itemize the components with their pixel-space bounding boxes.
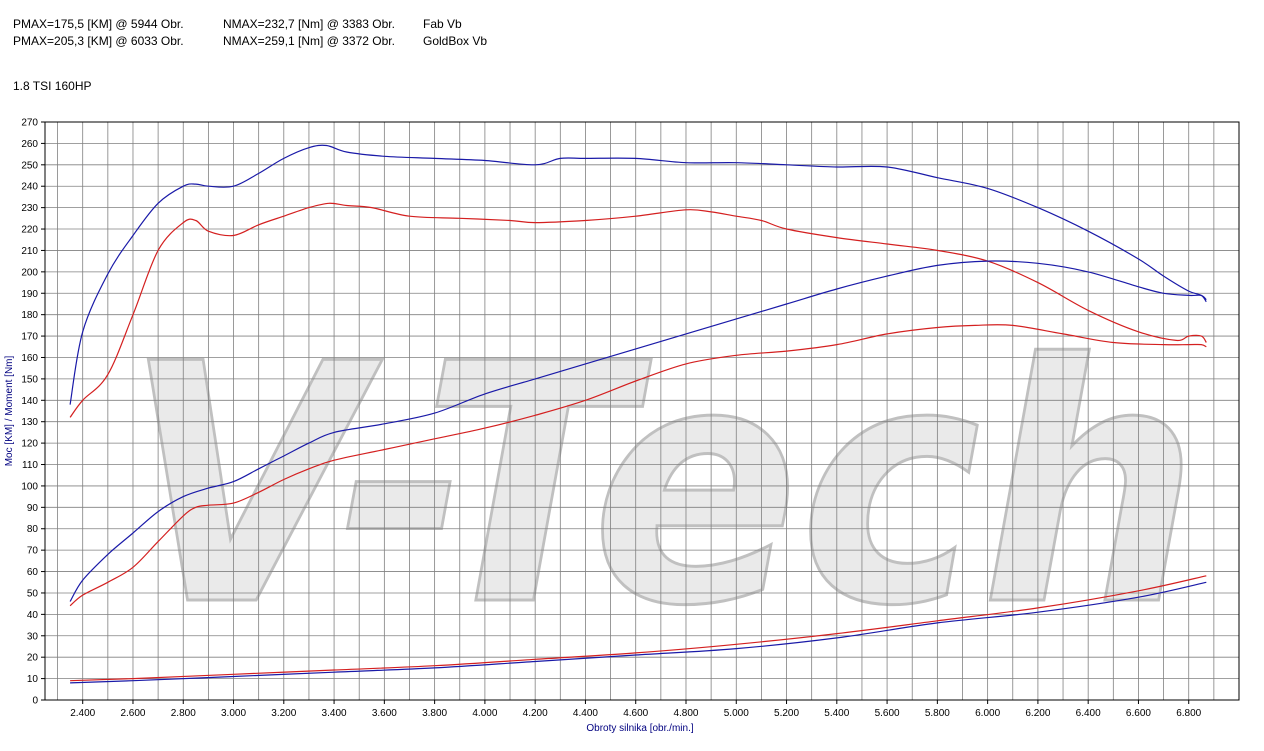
y-tick-label: 100: [21, 481, 38, 492]
y-tick-label: 10: [27, 674, 39, 685]
y-tick-label: 270: [21, 118, 38, 129]
x-tick-label: 3.400: [322, 708, 347, 719]
y-tick-label: 30: [27, 631, 39, 642]
y-axis-ticks: 0 10 20 30 40 50 60 70 80 90 100 110 120 130 140 150 160…: [21, 118, 45, 707]
x-tick-label: 6.600: [1126, 708, 1151, 719]
y-tick-label: 260: [21, 139, 38, 150]
x-tick-label: 5.000: [724, 708, 749, 719]
x-tick-label: 4.800: [673, 708, 698, 719]
x-tick-label: 5.200: [774, 708, 799, 719]
x-tick-label: 4.000: [472, 708, 497, 719]
y-tick-label: 240: [21, 182, 38, 193]
y-tick-label: 190: [21, 289, 38, 300]
y-tick-label: 50: [27, 588, 39, 599]
x-tick-label: 4.400: [573, 708, 598, 719]
x-tick-label: 6.000: [975, 708, 1000, 719]
y-tick-label: 210: [21, 246, 38, 257]
x-tick-label: 6.400: [1076, 708, 1101, 719]
x-tick-label: 3.200: [271, 708, 296, 719]
x-axis-title: Obroty silnika [obr./min.]: [586, 723, 693, 734]
y-tick-label: 130: [21, 417, 38, 428]
y-tick-label: 230: [21, 203, 38, 214]
y-tick-label: 250: [21, 160, 38, 171]
y-tick-label: 170: [21, 332, 38, 343]
y-tick-label: 160: [21, 353, 38, 364]
y-tick-label: 0: [32, 696, 38, 707]
y-tick-label: 90: [27, 503, 39, 514]
x-tick-label: 5.400: [824, 708, 849, 719]
y-tick-label: 200: [21, 267, 38, 278]
dyno-plot: V-Tech 010203040506070809010011012013014…: [4, 118, 1240, 734]
y-tick-label: 40: [27, 610, 39, 621]
y-tick-label: 80: [27, 524, 39, 535]
y-axis-title: Moc [KM] / Moment [Nm]: [4, 355, 15, 466]
dyno-chart-window: PMAX=175,5 [KM] @ 5944 Obr. NMAX=232,7 […: [0, 0, 1264, 751]
x-tick-label: 3.800: [422, 708, 447, 719]
x-tick-label: 5.800: [925, 708, 950, 719]
y-tick-label: 120: [21, 439, 38, 450]
y-tick-label: 20: [27, 653, 39, 664]
y-tick-label: 220: [21, 225, 38, 236]
x-tick-label: 2.400: [70, 708, 95, 719]
y-tick-label: 110: [22, 460, 38, 471]
y-tick-label: 70: [27, 546, 39, 557]
y-tick-label: 140: [21, 396, 38, 407]
x-tick-label: 4.200: [523, 708, 548, 719]
x-tick-label: 4.600: [623, 708, 648, 719]
x-tick-label: 6.200: [1025, 708, 1050, 719]
x-tick-label: 2.800: [171, 708, 196, 719]
x-tick-label: 5.600: [875, 708, 900, 719]
y-tick-label: 60: [27, 567, 39, 578]
x-axis-ticks: 2.400 2.600 2.800 3.000 3.200 3.400 3.600 3.800…: [70, 700, 1202, 719]
x-tick-label: 3.600: [372, 708, 397, 719]
x-tick-label: 2.600: [120, 708, 145, 719]
y-tick-label: 150: [21, 374, 38, 385]
x-tick-label: 6.800: [1176, 708, 1201, 719]
y-tick-label: 180: [21, 310, 38, 321]
x-tick-label: 3.000: [221, 708, 246, 719]
